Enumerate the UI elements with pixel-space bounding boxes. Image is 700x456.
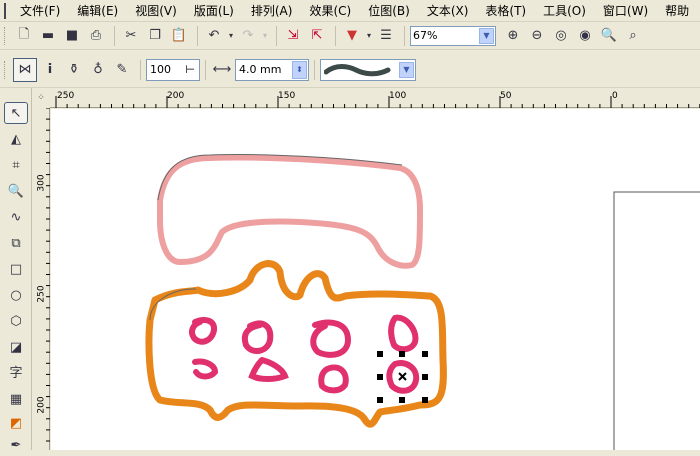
toolbar-grip [4,60,7,79]
vertical-ruler[interactable]: 300 250 200 [32,108,50,450]
paste-icon[interactable]: 📋 [168,26,190,46]
rectangle-tool-icon[interactable]: □ [4,258,28,280]
brush-stroke-select[interactable]: ▼ [320,58,416,81]
page-border [613,191,700,450]
selection-handles [377,351,428,403]
zoom-tool-icon[interactable]: 🔍 [4,180,28,202]
property-bar: ⋈ 𝗶 ⚱ ♁ ✎ 100 ⊢ ⟷ 4.0 mm ⬍ ▼ [0,52,700,88]
chevron-down-icon[interactable]: ▼ [479,27,494,44]
zoom-out-icon[interactable]: ⊖ [526,26,548,46]
menu-tools[interactable]: 工具(O) [543,2,586,19]
menu-file[interactable]: 文件(F) [20,2,60,19]
menu-help[interactable]: 帮助 [665,2,689,19]
pressure-pen-icon[interactable]: ✎ [111,60,133,80]
zoom-level-value: 67% [413,29,438,42]
menu-view[interactable]: 视图(V) [135,2,177,19]
open-folder-icon[interactable]: ▬ [37,26,59,46]
toolbox: ↖ ◭ ⌗ 🔍 ∿ ⧉ □ ○ ⬡ ◪ 字 ▦ ◩ ✒ [0,88,32,453]
zoom-page-icon[interactable]: 🔍 [598,26,620,46]
menu-window[interactable]: 窗口(W) [603,2,648,19]
slider-icon[interactable]: ⊢ [185,63,195,76]
zoom-selected-icon[interactable]: ◎ [550,26,572,46]
drawing-canvas[interactable] [51,109,700,450]
export-icon[interactable]: ⇱ [306,26,328,46]
ruler-label: 300 [36,174,47,192]
menu-layout[interactable]: 版面(L) [194,2,234,19]
crop-tool-icon[interactable]: ⌗ [4,154,28,176]
ruler-label: 200 [36,396,47,414]
ruler-label: 200 [167,91,185,101]
brush-stroke-preview [324,63,391,76]
freehand-tool-icon[interactable]: ∿ [4,206,28,228]
menu-text[interactable]: 文本(X) [427,2,469,19]
smart-fill-tool-icon[interactable]: ⧉ [4,232,28,254]
shape-tool-icon[interactable]: ◭ [4,128,28,150]
pick-tool-icon[interactable]: ↖ [4,102,28,124]
horizontal-ruler[interactable]: 250 200 150 100 50 0 [50,88,700,108]
stroke-width-icon: ⟷ [212,62,232,77]
stroke-width-field[interactable]: 4.0 mm ⬍ [235,58,309,81]
preset-brush-icon[interactable]: ⋈ [13,57,37,82]
standard-toolbar: 🗋 ▬ ■ ⎙ ✂ ❐ 📋 ↶ ▾ ↷ ▾ ⇲ ⇱ ▼ ▾ ☰ 67% ▼ ⊕ ⊖… [0,22,700,50]
import-icon[interactable]: ⇲ [282,26,304,46]
sprayer-icon[interactable]: ⚱ [63,60,85,80]
print-icon[interactable]: ⎙ [85,26,107,46]
options-checklist-icon[interactable]: ☰ [375,26,397,46]
application-launcher-icon[interactable]: ▼ [341,26,363,46]
ruler-label: 50 [500,91,512,101]
menu-effects[interactable]: 效果(C) [309,2,351,19]
zoom-all-objects-icon[interactable]: ◉ [574,26,596,46]
interactive-blend-tool-icon[interactable]: ◩ [4,412,28,434]
copy-icon[interactable]: ❐ [144,26,166,46]
ruler-label: 150 [278,91,296,101]
stroke-width-value: 4.0 mm [239,63,282,76]
redo-icon[interactable]: ↷ [237,26,259,46]
undo-dropdown-icon[interactable]: ▾ [227,26,235,46]
basic-shapes-tool-icon[interactable]: ◪ [4,336,28,358]
menu-bar: 文件(F) 编辑(E) 视图(V) 版面(L) 排列(A) 效果(C) 位图(B… [0,0,700,22]
phone-receiver-shape [157,154,423,269]
launcher-dropdown-icon[interactable]: ▾ [365,26,373,46]
calligraphic-icon[interactable]: ♁ [87,60,109,80]
ruler-label: 250 [36,285,47,303]
ruler-label: 100 [389,91,407,101]
menu-arrange[interactable]: 排列(A) [251,2,293,19]
cut-icon[interactable]: ✂ [120,26,142,46]
redo-dropdown-icon[interactable]: ▾ [261,26,269,46]
zoom-in-icon[interactable]: ⊕ [502,26,524,46]
spinner-icon[interactable]: ⬍ [292,60,307,79]
toolbar-grip[interactable] [4,26,7,45]
chevron-down-icon[interactable]: ▼ [399,61,414,78]
brush-icon[interactable]: 𝗶 [39,60,61,80]
text-tool-icon[interactable]: 字 [4,360,28,382]
ellipse-tool-icon[interactable]: ○ [4,284,28,306]
app-logo-icon [4,2,6,19]
menu-table[interactable]: 表格(T) [485,2,526,19]
undo-icon[interactable]: ↶ [203,26,225,46]
smoothing-field[interactable]: 100 ⊢ [146,58,200,81]
zoom-page-width-icon[interactable]: ⌕ [622,26,644,46]
ruler-label: 250 [57,91,75,101]
menu-edit[interactable]: 编辑(E) [77,2,118,19]
menu-bitmaps[interactable]: 位图(B) [368,2,410,19]
table-tool-icon[interactable]: ▦ [4,388,28,410]
save-icon[interactable]: ■ [61,26,83,46]
eyedropper-tool-icon[interactable]: ✒ [4,434,28,456]
zoom-level-select[interactable]: 67% ▼ [410,25,496,46]
new-document-icon[interactable]: 🗋 [13,26,35,46]
polygon-tool-icon[interactable]: ⬡ [4,310,28,332]
ruler-label: 0 [612,91,618,101]
smoothing-value: 100 [150,63,171,76]
ruler-origin-icon[interactable]: ⁘ [32,88,50,108]
